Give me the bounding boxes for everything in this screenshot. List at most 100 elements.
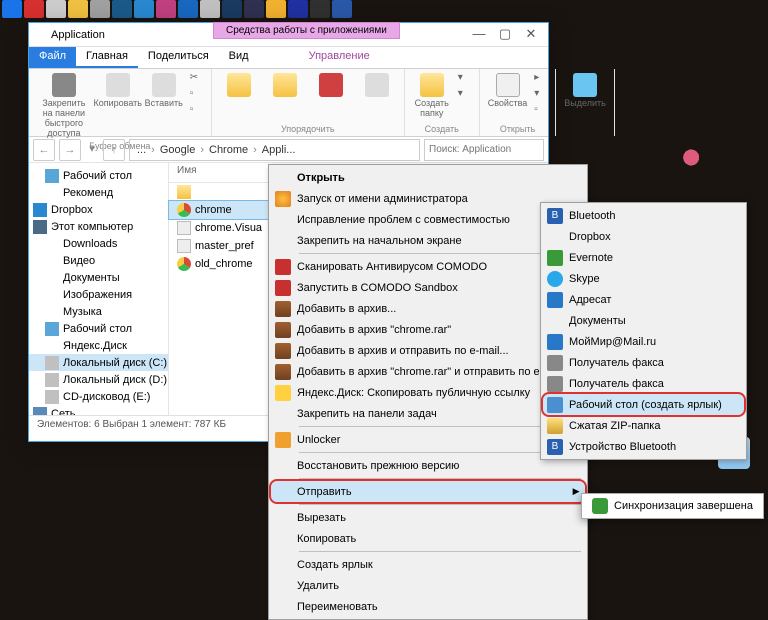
taskbar-icon[interactable] [200,0,220,18]
minimize-button[interactable]: — [466,25,492,45]
newfolder-button[interactable]: Создать папку [411,71,453,121]
menu-item[interactable]: Запустить в COMODO Sandbox [271,277,585,298]
menu-item[interactable]: Сканировать Антивирусом COMODO [271,256,585,277]
menu-item[interactable]: Добавить в архив "chrome.rar" [271,319,585,340]
nav-item[interactable]: CD-дисковод (E:) [29,388,168,405]
tab-share[interactable]: Поделиться [138,47,219,68]
menu-item[interactable]: Добавить в архив и отправить по e-mail..… [271,340,585,361]
nav-item[interactable]: Этот компьютер [29,218,168,235]
navigation-pane[interactable]: Рабочий столРекомендDropboxЭтот компьюте… [29,163,169,415]
rename-button[interactable] [356,71,398,101]
taskbar-icon[interactable] [112,0,132,18]
back-button[interactable]: ← [33,139,55,161]
nav-item[interactable]: Dropbox [29,201,168,218]
pastelink-icon[interactable]: ▫ [190,104,204,118]
notification-toast[interactable]: Синхронизация завершена [581,493,764,519]
menu-item[interactable]: Открыть [271,167,585,188]
menu-item[interactable]: Skype [543,268,744,289]
select-button[interactable]: Выделить [562,71,608,111]
menu-item[interactable]: Создать ярлык [271,554,585,575]
easyaccess-icon[interactable]: ▾ [458,88,472,102]
nav-item[interactable]: Изображения [29,286,168,303]
menu-item[interactable]: BBluetooth [543,205,744,226]
tab-file[interactable]: Файл [29,47,76,68]
menu-item[interactable]: Закрепить на панели задач [271,403,585,424]
pin-button[interactable]: Закрепить на панели быстрого доступа [35,71,93,141]
nav-item[interactable]: Рабочий стол [29,167,168,184]
menu-item[interactable]: Добавить в архив "chrome.rar" и отправит… [271,361,585,382]
up-button[interactable]: ↑ [103,139,125,161]
menu-item[interactable]: Dropbox [543,226,744,247]
search-input[interactable] [424,139,544,161]
tab-manage[interactable]: Управление [299,47,380,68]
newitem-icon[interactable]: ▾ [458,72,472,86]
tab-view[interactable]: Вид [219,47,259,68]
breadcrumb[interactable]: Appli... [259,144,299,156]
menu-item[interactable]: Отправить▶ [271,481,585,502]
menu-item[interactable]: Адресат [543,289,744,310]
menu-item[interactable]: Закрепить на начальном экране [271,230,585,251]
taskbar-icon[interactable] [178,0,198,18]
taskbar-icon[interactable] [68,0,88,18]
copy-button[interactable]: Копировать [97,71,139,111]
taskbar-icon[interactable] [244,0,264,18]
menu-item[interactable]: Unlocker [271,429,585,450]
menu-item[interactable]: Запуск от имени администратора [271,188,585,209]
address-bar[interactable]: ...›Google›Chrome›Appli... [129,139,420,161]
taskbar-icon[interactable] [90,0,110,18]
moveto-button[interactable] [218,71,260,101]
nav-item[interactable]: Локальный диск (D:) [29,371,168,388]
nav-item[interactable]: Видео [29,252,168,269]
menu-item[interactable]: Исправление проблем с совместимостью [271,209,585,230]
maximize-button[interactable]: ▢ [492,25,518,45]
edit-icon[interactable]: ▾ [534,88,548,102]
taskbar-icon[interactable] [332,0,352,18]
taskbar-icon[interactable] [2,0,22,18]
nav-item[interactable]: Рекоменд [29,184,168,201]
menu-item[interactable]: Копировать [271,528,585,549]
taskbar-icon[interactable] [46,0,66,18]
properties-button[interactable]: Свойства [486,71,530,111]
breadcrumb[interactable]: Chrome [206,144,251,156]
nav-item[interactable]: Сеть [29,405,168,415]
nav-item[interactable]: Яндекс.Диск [29,337,168,354]
menu-item[interactable]: Сжатая ZIP-папка [543,415,744,436]
taskbar-icon[interactable] [288,0,308,18]
close-button[interactable]: ✕ [518,25,544,45]
menu-item[interactable]: Evernote [543,247,744,268]
menu-item[interactable]: Документы [543,310,744,331]
taskbar-icon[interactable] [24,0,44,18]
menu-item[interactable]: Рабочий стол (создать ярлык) [543,394,744,415]
taskbar-icon[interactable] [134,0,154,18]
recent-button[interactable]: ▾ [85,139,99,161]
menu-item[interactable]: Удалить [271,575,585,596]
cut-icon[interactable]: ✂ [190,72,204,86]
copypath-icon[interactable]: ▫ [190,88,204,102]
nav-item[interactable]: Документы [29,269,168,286]
forward-button[interactable]: → [59,139,81,161]
menu-item[interactable]: Восстановить прежнюю версию [271,455,585,476]
delete-button[interactable] [310,71,352,101]
menu-item[interactable]: Переименовать [271,596,585,617]
open-icon[interactable]: ▸ [534,72,548,86]
nav-item[interactable]: Локальный диск (C:) [29,354,168,371]
paste-button[interactable]: Вставить [143,71,185,111]
menu-item[interactable]: МойМир@Mail.ru [543,331,744,352]
history-icon[interactable]: ▫ [534,104,548,118]
nav-item[interactable]: Музыка [29,303,168,320]
nav-item[interactable]: Downloads [29,235,168,252]
taskbar-icon[interactable] [266,0,286,18]
taskbar-icon[interactable] [310,0,330,18]
menu-item[interactable]: Добавить в архив... [271,298,585,319]
taskbar-icon[interactable] [156,0,176,18]
tab-home[interactable]: Главная [76,47,138,68]
menu-item[interactable]: Яндекс.Диск: Скопировать публичную ссылк… [271,382,585,403]
breadcrumb[interactable]: ... [134,144,149,156]
menu-item[interactable]: BУстройство Bluetooth [543,436,744,457]
copyto-button[interactable] [264,71,306,101]
menu-item[interactable]: Получатель факса [543,373,744,394]
breadcrumb[interactable]: Google [157,144,198,156]
taskbar-icon[interactable] [222,0,242,18]
nav-item[interactable]: Рабочий стол [29,320,168,337]
menu-item[interactable]: Получатель факса [543,352,744,373]
